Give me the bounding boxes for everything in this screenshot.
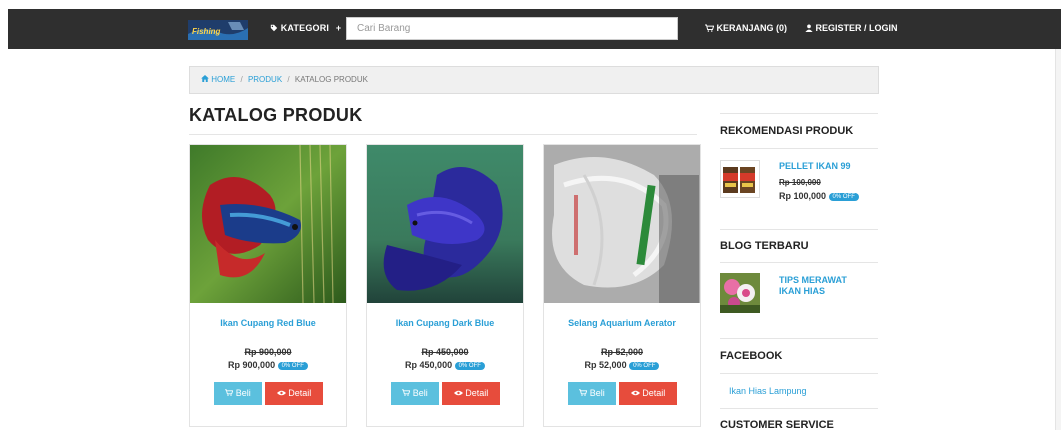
- recommended-old-price: Rp 100,000: [779, 178, 821, 187]
- rekomendasi-heading: REKOMENDASI PRODUK: [720, 125, 854, 137]
- breadcrumb-separator: /: [287, 75, 290, 85]
- sidebar-divider: [720, 408, 878, 409]
- cart-icon: [705, 24, 715, 34]
- cart-label: KERANJANG (0): [716, 23, 788, 33]
- recommended-product-name[interactable]: PELLET IKAN 99: [779, 161, 851, 171]
- recommended-price: Rp 100,000 0% OFF: [779, 191, 859, 201]
- eye-icon: [276, 382, 286, 405]
- product-card: Ikan Cupang Red Blue Rp 900,000 Rp 900,0…: [189, 144, 347, 427]
- product-name[interactable]: Selang Aquarium Aerator: [544, 318, 700, 328]
- cart-icon: [402, 382, 411, 405]
- plus-icon: +: [335, 23, 342, 33]
- sidebar-divider: [720, 148, 878, 149]
- blog-heading: BLOG TERBARU: [720, 240, 809, 252]
- product-name[interactable]: Ikan Cupang Dark Blue: [367, 318, 523, 328]
- breadcrumb-produk[interactable]: PRODUK: [248, 75, 282, 84]
- product-new-price: Rp 450,000: [405, 360, 453, 370]
- breadcrumb-home[interactable]: HOME: [211, 75, 235, 84]
- logo-text: Fishing: [192, 27, 221, 36]
- product-old-price: Rp 52,000: [600, 347, 644, 357]
- sidebar-divider: [720, 338, 878, 339]
- sidebar-divider: [720, 229, 878, 230]
- buy-button[interactable]: Beli: [391, 382, 439, 405]
- detail-button[interactable]: Detail: [619, 382, 677, 405]
- login-link[interactable]: REGISTER / LOGIN: [805, 23, 898, 34]
- eye-icon: [630, 382, 640, 405]
- product-image[interactable]: [544, 145, 700, 303]
- product-old-price: Rp 900,000: [244, 347, 292, 357]
- cart-icon: [579, 382, 588, 405]
- cart-icon: [225, 382, 234, 405]
- discount-badge: 0% OFF: [828, 192, 859, 201]
- page-title: KATALOG PRODUK: [189, 105, 363, 125]
- detail-label: Detail: [288, 388, 312, 398]
- discount-badge: 0% OFF: [277, 361, 308, 370]
- detail-label: Detail: [642, 388, 666, 398]
- product-card: Selang Aquarium Aerator Rp 52,000 Rp 52,…: [543, 144, 701, 427]
- user-icon: [805, 24, 813, 34]
- sidebar-divider: [720, 373, 878, 374]
- recommended-product-image[interactable]: [720, 160, 760, 198]
- sidebar-divider: [720, 262, 878, 263]
- detail-button[interactable]: Detail: [265, 382, 323, 405]
- facebook-heading: FACEBOOK: [720, 350, 783, 362]
- detail-label: Detail: [465, 388, 489, 398]
- sidebar-divider: [720, 113, 878, 114]
- product-price: Rp 900,000 0% OFF: [190, 360, 346, 370]
- product-new-price: Rp 52,000: [584, 360, 627, 370]
- breadcrumb-current: KATALOG PRODUK: [294, 75, 368, 85]
- page-scrollbar[interactable]: [1055, 49, 1061, 430]
- login-label: REGISTER / LOGIN: [815, 23, 898, 33]
- buy-button[interactable]: Beli: [568, 382, 616, 405]
- kategori-menu[interactable]: KATEGORI +: [270, 23, 341, 34]
- product-new-price: Rp 900,000: [228, 360, 276, 370]
- cart-link[interactable]: KERANJANG (0): [705, 23, 787, 34]
- top-navbar: Fishing KATEGORI + KERANJANG (0) REGISTE…: [8, 9, 1061, 49]
- buy-label: Beli: [235, 388, 251, 398]
- home-icon: [201, 67, 209, 93]
- buy-label: Beli: [412, 388, 428, 398]
- breadcrumb-separator: /: [240, 75, 243, 85]
- buy-label: Beli: [589, 388, 605, 398]
- product-old-price: Rp 450,000: [421, 347, 469, 357]
- discount-badge: 0% OFF: [454, 361, 485, 370]
- product-image[interactable]: [190, 145, 346, 303]
- product-price: Rp 450,000 0% OFF: [367, 360, 523, 370]
- blog-post-image[interactable]: [720, 273, 760, 313]
- title-divider: [189, 134, 697, 135]
- blog-post-title[interactable]: TIPS MERAWAT IKAN HIAS: [779, 275, 869, 297]
- breadcrumb: HOME / PRODUK / KATALOG PRODUK: [189, 66, 879, 94]
- facebook-page-link[interactable]: Ikan Hias Lampung: [729, 386, 807, 396]
- product-image[interactable]: [367, 145, 523, 303]
- search-input[interactable]: [346, 17, 678, 40]
- buy-button[interactable]: Beli: [214, 382, 262, 405]
- product-card: Ikan Cupang Dark Blue Rp 450,000 Rp 450,…: [366, 144, 524, 427]
- customer-service-heading: CUSTOMER SERVICE: [720, 419, 834, 431]
- discount-badge: 0% OFF: [629, 361, 660, 370]
- product-name[interactable]: Ikan Cupang Red Blue: [190, 318, 346, 328]
- recommended-new-price: Rp 100,000: [779, 191, 827, 201]
- kategori-label: KATEGORI: [280, 23, 330, 33]
- detail-button[interactable]: Detail: [442, 382, 500, 405]
- site-logo[interactable]: Fishing: [188, 20, 248, 40]
- eye-icon: [453, 382, 463, 405]
- tag-icon: [270, 24, 278, 34]
- product-price: Rp 52,000 0% OFF: [544, 360, 700, 370]
